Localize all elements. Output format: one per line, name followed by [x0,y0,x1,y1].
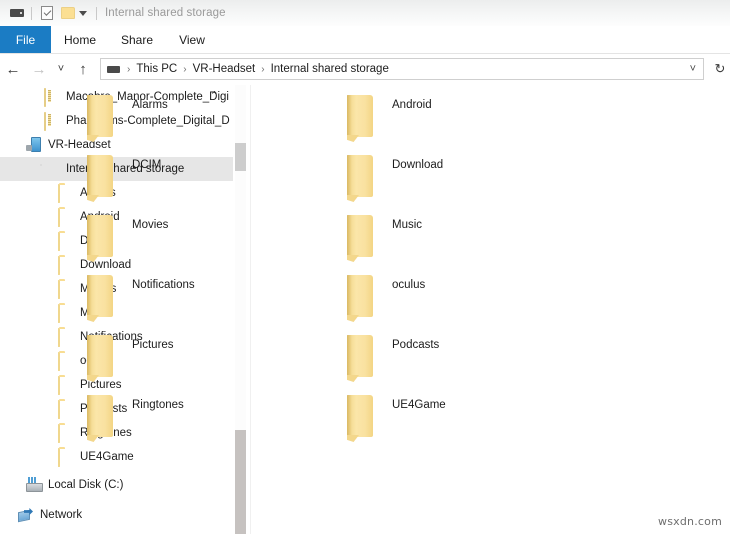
file-item[interactable]: DCIM [75,153,290,213]
file-item[interactable]: Pictures [75,333,290,393]
folder-icon [58,184,74,203]
tab-file[interactable]: File [0,26,51,54]
toolbar-separator-2 [96,6,97,20]
drive-icon[interactable] [8,5,25,22]
network-icon [18,507,34,523]
zip-archive-icon [44,88,60,107]
content-area: Macabre_Manor-Complete_Digi ⌃ Phantasms-Co… [0,85,730,534]
toolbar-separator [31,6,32,20]
title-bar: Internal shared storage [0,0,730,26]
folder-icon [58,304,74,323]
breadcrumb-this-pc[interactable]: This PC [136,63,177,75]
file-item-label: Notifications [132,279,195,291]
zip-archive-icon [44,112,60,131]
folder-icon [345,215,375,262]
folder-icon [58,208,74,227]
folder-icon [58,328,74,347]
properties-checkbox-icon[interactable] [38,5,55,22]
portable-device-icon [26,137,42,153]
file-list-pane[interactable]: Alarms Android DCIM Download Movies Music Noti… [87,85,730,534]
folder-icon [85,335,115,382]
file-item-label: Pictures [132,339,174,351]
file-item-label: Ringtones [132,399,184,411]
file-item-label: oculus [392,279,426,291]
navigation-bar: ← → ˅ ↑ › This PC › VR-Headset › Interna… [0,54,730,84]
forward-button[interactable]: → [26,56,52,82]
file-item-label: Download [392,159,444,171]
refresh-icon[interactable]: ↻ [710,61,730,77]
file-item[interactable]: Ringtones [75,393,290,453]
recent-locations-button[interactable]: ˅ [52,56,70,82]
local-disk-icon [26,477,42,493]
folder-icon [58,448,74,467]
folder-icon [58,256,74,275]
file-explorer-window: Internal shared storage File Home Share … [0,0,730,534]
breadcrumb-separator-1: › [183,63,187,75]
file-grid: Alarms Android DCIM Download Movies Music Noti… [87,85,730,442]
folder-icon [345,335,375,382]
file-item[interactable]: Music [335,213,550,273]
file-item[interactable]: Podcasts [335,333,550,393]
watermark: wsxdn.com [658,515,722,528]
breadcrumb-separator-0: › [127,63,131,75]
folder-icon [85,215,115,262]
tab-view[interactable]: View [165,26,219,54]
folder-icon [345,395,375,442]
folder-icon[interactable] [59,5,76,22]
folder-icon [58,232,74,251]
breadcrumb-internal-shared-storage[interactable]: Internal shared storage [271,63,389,75]
breadcrumb-separator-2: › [261,63,265,75]
folder-icon [345,95,375,142]
file-item-label: Android [392,99,432,111]
sidebar-item-network[interactable]: Network [0,503,233,527]
sidebar-item-label: Local Disk (C:) [48,479,124,491]
file-item-label: Music [392,219,423,231]
chevron-down-icon[interactable] [76,5,90,22]
chevron-down-icon[interactable]: ˅ [690,63,696,75]
folder-icon [85,275,115,322]
folder-icon [85,395,115,442]
breadcrumb-vr-headset[interactable]: VR-Headset [193,63,256,75]
folder-icon [58,424,74,443]
folder-icon [85,95,115,142]
folder-icon [58,376,74,395]
folder-icon [345,275,375,322]
sidebar-item-local-disk-c[interactable]: Local Disk (C:) [0,473,233,497]
folder-icon [58,352,74,371]
file-item[interactable]: Download [335,153,550,213]
file-item[interactable]: Alarms [75,93,290,153]
folder-icon [345,155,375,202]
folder-icon [58,280,74,299]
folder-icon [85,155,115,202]
file-item[interactable]: Android [335,93,550,153]
sidebar-item-label: Network [40,509,83,521]
file-item[interactable]: oculus [335,273,550,333]
window-title: Internal shared storage [105,7,226,19]
address-bar[interactable]: › This PC › VR-Headset › Internal shared… [100,58,704,80]
tab-home[interactable]: Home [51,26,109,54]
file-item-label: UE4Game [392,399,446,411]
file-item[interactable]: UE4Game [335,393,550,453]
breadcrumb-drive-icon [107,65,120,73]
phone-storage-icon [44,161,60,177]
up-button[interactable]: ↑ [70,56,96,82]
file-item-label: Alarms [132,99,168,111]
ribbon-tabs: File Home Share View [0,26,730,54]
folder-icon [58,400,74,419]
file-item-label: DCIM [132,159,162,171]
back-button[interactable]: ← [0,56,26,82]
file-item[interactable]: Movies [75,213,290,273]
file-item-label: Podcasts [392,339,440,351]
tab-share[interactable]: Share [109,26,165,54]
file-item[interactable]: Notifications [75,273,290,333]
file-item-label: Movies [132,219,169,231]
